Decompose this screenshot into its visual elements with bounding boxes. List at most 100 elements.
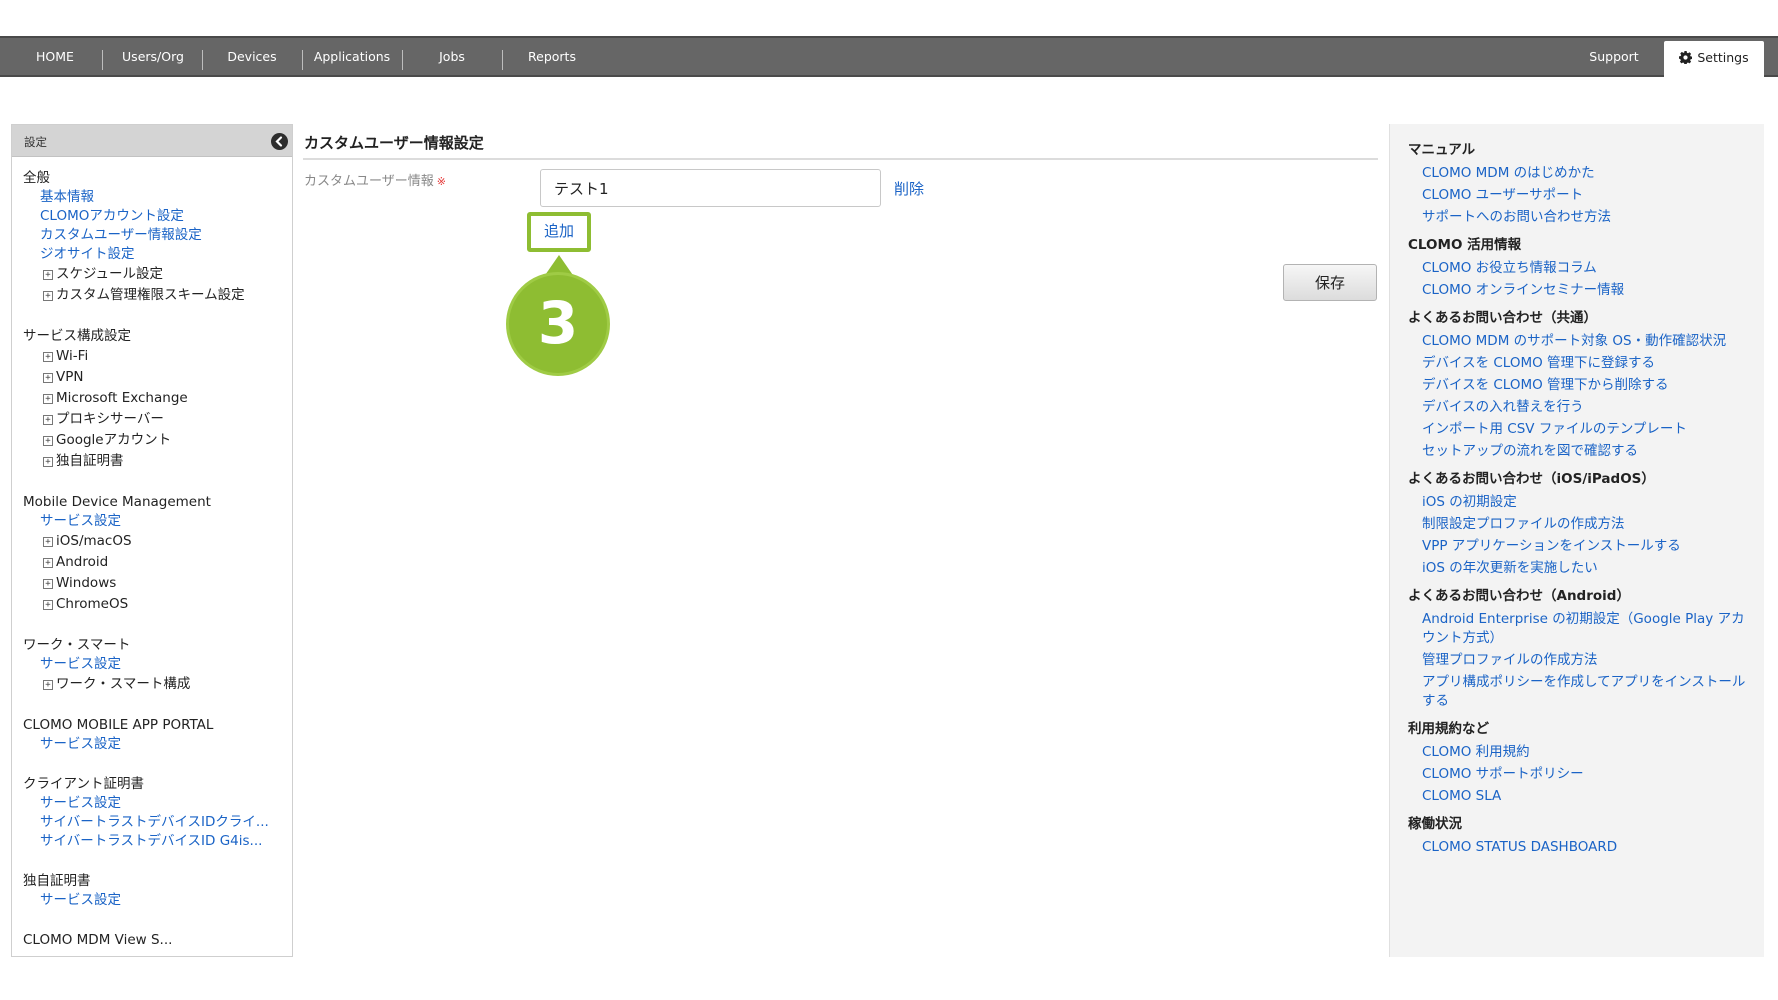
sidebar-section-title: ワーク・スマート [23,637,131,653]
sidebar-section-app-portal: CLOMO MOBILE APP PORTAL サービス設定 [23,716,292,754]
sidebar-expandable-ios-macos[interactable]: + iOS/macOS [23,531,292,552]
sidebar-link-client-cert-service[interactable]: サービス設定 [23,794,285,813]
help-link[interactable]: 制限設定プロファイルの作成方法 [1408,515,1753,534]
help-link[interactable]: Android Enterprise の初期設定（Google Play アカウ… [1408,610,1753,648]
sidebar-expandable-google-account[interactable]: + Googleアカウント [23,430,292,451]
sidebar-section-client-cert: クライアント証明書 サービス設定 サイバートラストデバイスIDクライ... サイ… [23,775,292,851]
expand-plus-icon: + [43,393,53,404]
help-link[interactable]: デバイスを CLOMO 管理下から削除する [1408,376,1753,395]
help-link[interactable]: iOS の初期設定 [1408,493,1753,512]
help-link[interactable]: 管理プロファイルの作成方法 [1408,651,1753,670]
nav-users-org[interactable]: Users/Org [112,38,194,75]
help-section: 稼働状況 CLOMO STATUS DASHBOARD [1408,815,1764,857]
expand-plus-icon: + [43,269,53,280]
settings-label: Settings [1697,50,1749,65]
help-link[interactable]: CLOMO ユーザーサポート [1408,186,1753,205]
nav-applications[interactable]: Applications [312,38,392,75]
sidebar-link-clomo-account[interactable]: CLOMOアカウント設定 [23,207,285,226]
sidebar-expandable-android[interactable]: + Android [23,552,292,573]
save-button[interactable]: 保存 [1283,264,1377,301]
sidebar-item-label: Windows [56,575,117,591]
nav-reports[interactable]: Reports [512,38,592,75]
nav-home[interactable]: HOME [20,38,90,75]
custom-user-info-label: カスタムユーザー情報 ※ [304,170,446,189]
sidebar-expandable-own-cert[interactable]: + 独自証明書 [23,451,292,472]
nav-divider [302,50,303,70]
chevron-left-icon [275,136,283,147]
help-link[interactable]: アプリ構成ポリシーを作成してアプリをインストールする [1408,673,1753,711]
sidebar-expandable-vpn[interactable]: + VPN [23,367,292,388]
help-section-title: よくあるお問い合わせ（共通） [1408,310,1597,326]
sidebar-item-label: プロキシサーバー [56,411,164,427]
help-link[interactable]: CLOMO サポートポリシー [1408,765,1753,784]
help-section: CLOMO 活用情報 CLOMO お役立ち情報コラム CLOMO オンラインセミナー… [1408,236,1764,300]
settings-sidebar: 設定 全般 基本情報 CLOMOアカウント設定 カスタムユーザー情報設定 ジオサ… [11,124,293,957]
help-section: よくあるお問い合わせ（iOS/iPadOS） iOS の初期設定 制限設定プロファイ… [1408,470,1764,578]
sidebar-item-label: カスタム管理権限スキーム設定 [56,287,245,303]
help-section: マニュアル CLOMO MDM のはじめかた CLOMO ユーザーサポート サポートへ… [1408,141,1764,227]
sidebar-link-custom-user-info[interactable]: カスタムユーザー情報設定 [23,226,285,245]
help-link[interactable]: デバイスの入れ替えを行う [1408,398,1753,417]
add-button[interactable]: 追加 [527,212,591,252]
nav-devices[interactable]: Devices [212,38,292,75]
sidebar-link-cybertrust-g4[interactable]: サイバートラストデバイスID G4is... [23,832,285,851]
help-link[interactable]: サポートへのお問い合わせ方法 [1408,208,1753,227]
sidebar-link-app-portal-service[interactable]: サービス設定 [23,735,285,754]
help-link[interactable]: iOS の年次更新を実施したい [1408,559,1753,578]
help-link[interactable]: CLOMO MDM のはじめかた [1408,164,1753,183]
step-number-badge: 3 [506,272,610,376]
sidebar-item-label: 独自証明書 [56,453,124,469]
custom-user-info-input[interactable] [540,169,881,207]
help-section: よくあるお問い合わせ（Android） Android Enterprise の初… [1408,587,1764,711]
help-link[interactable]: デバイスを CLOMO 管理下に登録する [1408,354,1753,373]
sidebar-expandable-exchange[interactable]: + Microsoft Exchange [23,388,292,409]
sidebar-expandable-windows[interactable]: + Windows [23,573,292,594]
nav-support[interactable]: Support [1574,38,1654,75]
sidebar-expandable-custom-permission[interactable]: + カスタム管理権限スキーム設定 [23,285,292,306]
sidebar-section-work-smart: ワーク・スマート サービス設定 + ワーク・スマート構成 [23,636,292,695]
sidebar-expandable-chromeos[interactable]: + ChromeOS [23,594,292,615]
sidebar-link-own-cert-service[interactable]: サービス設定 [23,891,285,910]
help-link[interactable]: VPP アプリケーションをインストールする [1408,537,1753,556]
help-section-title: よくあるお問い合わせ（Android） [1408,588,1630,604]
sidebar-link-work-smart-service[interactable]: サービス設定 [23,655,285,674]
help-link[interactable]: CLOMO お役立ち情報コラム [1408,259,1753,278]
help-link[interactable]: CLOMO STATUS DASHBOARD [1408,838,1753,857]
sidebar-title: 設定 [24,135,47,149]
sidebar-link-cybertrust-client[interactable]: サイバートラストデバイスIDクライ... [23,813,285,832]
collapse-sidebar-button[interactable] [271,133,288,150]
help-section-title: よくあるお問い合わせ（iOS/iPadOS） [1408,471,1655,487]
expand-plus-icon: + [43,599,53,610]
main-content: カスタムユーザー情報設定 カスタムユーザー情報※ 削除 追加 3 保存 [303,124,1378,957]
sidebar-link-basic-info[interactable]: 基本情報 [23,188,285,207]
delete-link[interactable]: 削除 [894,178,924,199]
nav-settings-tab[interactable]: Settings [1664,41,1764,77]
help-link[interactable]: CLOMO SLA [1408,787,1753,806]
expand-plus-icon: + [43,290,53,301]
help-link[interactable]: セットアップの流れを図で確認する [1408,442,1753,461]
sidebar-section-own-cert: 独自証明書 サービス設定 [23,872,292,910]
expand-plus-icon: + [43,578,53,589]
sidebar-item-label: Googleアカウント [56,432,172,448]
sidebar-expandable-schedule[interactable]: + スケジュール設定 [23,264,292,285]
help-link[interactable]: CLOMO オンラインセミナー情報 [1408,281,1753,300]
page-title: カスタムユーザー情報設定 [304,134,484,152]
help-section-title: CLOMO 活用情報 [1408,237,1522,253]
sidebar-expandable-proxy[interactable]: + プロキシサーバー [23,409,292,430]
sidebar-link-mdm-service[interactable]: サービス設定 [23,512,285,531]
sidebar-expandable-wifi[interactable]: + Wi-Fi [23,346,292,367]
title-divider [303,158,1378,160]
sidebar-expandable-work-smart-config[interactable]: + ワーク・スマート構成 [23,674,292,695]
expand-plus-icon: + [43,414,53,425]
sidebar-item-label: ChromeOS [56,596,129,612]
help-link[interactable]: CLOMO 利用規約 [1408,743,1753,762]
sidebar-link-geosite[interactable]: ジオサイト設定 [23,245,285,264]
nav-jobs[interactable]: Jobs [412,38,492,75]
sidebar-section-title: サービス構成設定 [23,328,131,344]
sidebar-body: 全般 基本情報 CLOMOアカウント設定 カスタムユーザー情報設定 ジオサイト設… [12,157,292,950]
nav-divider [502,50,503,70]
nav-divider [102,50,103,70]
help-link[interactable]: インポート用 CSV ファイルのテンプレート [1408,420,1753,439]
help-link[interactable]: CLOMO MDM のサポート対象 OS・動作確認状況 [1408,332,1753,351]
nav-divider [402,50,403,70]
